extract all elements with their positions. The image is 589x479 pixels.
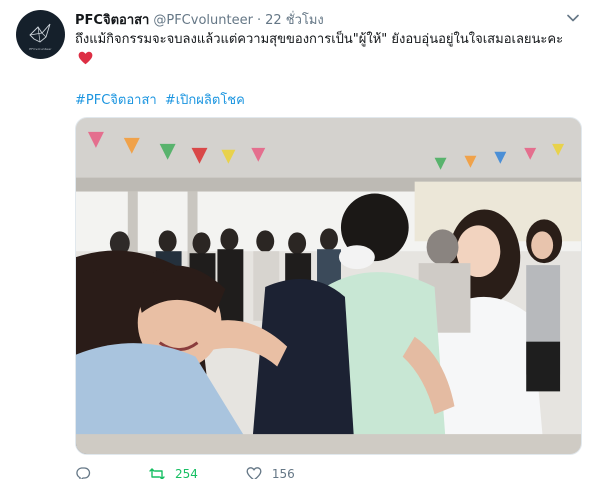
hashtag-row: #PFCจิตอาสา #เปิกผลิตโชค: [75, 89, 249, 110]
retweet-button[interactable]: 254: [149, 466, 198, 479]
separator-dot: ·: [256, 13, 262, 28]
like-button[interactable]: 156: [246, 466, 295, 479]
tweet-card[interactable]: PFCvolunteer PFCจิตอาสา @PFCvolunteer · …: [0, 0, 589, 479]
reply-icon: [76, 467, 91, 479]
avatar-caption: PFCvolunteer: [29, 46, 52, 51]
red-heart-icon: [78, 51, 93, 65]
display-name[interactable]: PFCจิตอาสา: [75, 9, 149, 30]
reply-button[interactable]: [75, 466, 101, 479]
photo-image: [76, 118, 581, 454]
tweet-actions: 254 156: [75, 466, 555, 479]
tweet-text: ถึงแม้กิจกรรมจะจบลงแล้วแต่ความสุขของการเ…: [75, 30, 565, 68]
retweet-icon: [149, 468, 165, 479]
avatar[interactable]: PFCvolunteer: [16, 10, 65, 59]
origami-bird-icon: [28, 23, 50, 43]
timestamp[interactable]: 22 ชั่วโมง: [265, 9, 324, 30]
chevron-down-icon[interactable]: [567, 14, 579, 22]
hashtag-link[interactable]: #เปิกผลิตโชค: [165, 93, 245, 108]
tweet-photo[interactable]: [75, 117, 582, 455]
hashtag-link[interactable]: #PFCจิตอาสา: [75, 93, 157, 108]
tweet-body: ถึงแม้กิจกรรมจะจบลงแล้วแต่ความสุขของการเ…: [75, 32, 564, 47]
heart-outline-icon: [246, 467, 262, 479]
like-count: 156: [271, 467, 295, 479]
user-handle[interactable]: @PFCvolunteer: [153, 13, 253, 28]
tweet-header: PFCจิตอาสา @PFCvolunteer · 22 ชั่วโมง: [75, 9, 569, 29]
retweet-count: 254: [175, 467, 198, 479]
